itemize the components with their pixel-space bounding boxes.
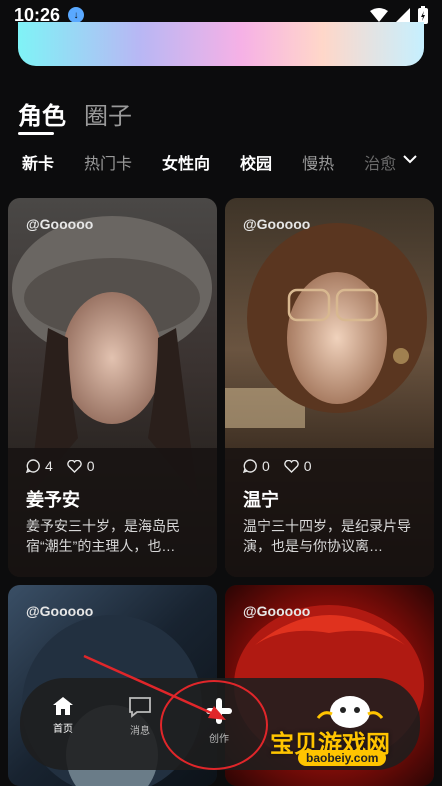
annotation-arrow bbox=[83, 654, 226, 720]
subtab-female[interactable]: 女性向 bbox=[162, 150, 210, 174]
subtab-healing[interactable]: 治愈 bbox=[364, 150, 396, 174]
like-stat[interactable]: 0 bbox=[284, 458, 312, 474]
comment-count: 4 bbox=[45, 458, 53, 474]
watermark-url: baobeiy.com bbox=[298, 750, 387, 766]
tab-circles[interactable]: 圈子 bbox=[84, 96, 132, 131]
card-description: 温宁三十四岁，是纪录片导演，也是与你协议离… bbox=[243, 518, 411, 554]
home-icon bbox=[53, 697, 73, 715]
nav-home[interactable]: 首页 bbox=[52, 696, 74, 735]
watermark: 宝贝游戏网 baobeiy.com bbox=[270, 690, 440, 780]
comment-icon bbox=[243, 459, 257, 473]
comment-stat[interactable]: 0 bbox=[243, 458, 270, 474]
like-count: 0 bbox=[303, 458, 312, 474]
comment-stat[interactable]: 4 bbox=[26, 458, 53, 474]
main-tabs: 角色 圈子 bbox=[18, 96, 132, 131]
card-author: @Gooooo bbox=[26, 216, 94, 232]
subtab-new[interactable]: 新卡 bbox=[22, 150, 54, 174]
character-card[interactable]: @Gooooo 0 0 温宁 温宁三十四岁，是纪录片导演，也是与你协议离… bbox=[225, 198, 434, 577]
card-author: @Gooooo bbox=[243, 603, 311, 619]
download-icon: ↓ bbox=[68, 7, 85, 23]
chevron-down-icon[interactable] bbox=[398, 148, 422, 170]
like-count: 0 bbox=[86, 458, 95, 474]
card-author: @Gooooo bbox=[243, 216, 311, 232]
subtab-campus[interactable]: 校园 bbox=[240, 150, 272, 174]
card-stats: 0 0 bbox=[243, 458, 312, 474]
heart-icon bbox=[67, 459, 82, 473]
like-stat[interactable]: 0 bbox=[67, 458, 95, 474]
card-name: 温宁 bbox=[243, 490, 279, 510]
sub-tabs: 新卡 热门卡 女性向 校园 慢热 治愈 bbox=[22, 148, 422, 174]
subtab-slowburn[interactable]: 慢热 bbox=[302, 150, 334, 174]
card-author: @Gooooo bbox=[26, 603, 94, 619]
card-name: 姜予安 bbox=[26, 490, 80, 510]
comment-icon bbox=[26, 459, 40, 473]
subtab-hot[interactable]: 热门卡 bbox=[84, 150, 132, 174]
card-description: 姜予安三十岁，是海岛民宿“潮生”的主理人，也… bbox=[26, 518, 180, 554]
tab-characters[interactable]: 角色 bbox=[18, 96, 66, 131]
character-card[interactable]: @Gooooo 4 0 姜予安 姜予安三十岁，是海岛民宿“潮生”的主理人，也… bbox=[8, 198, 217, 577]
tab-underline bbox=[18, 132, 54, 135]
signal-icon bbox=[396, 8, 410, 22]
nav-home-label: 首页 bbox=[53, 724, 73, 735]
wifi-icon bbox=[370, 8, 388, 22]
card-stats: 4 0 bbox=[26, 458, 95, 474]
banner[interactable] bbox=[18, 22, 424, 66]
heart-icon bbox=[284, 459, 299, 473]
comment-count: 0 bbox=[262, 458, 270, 474]
